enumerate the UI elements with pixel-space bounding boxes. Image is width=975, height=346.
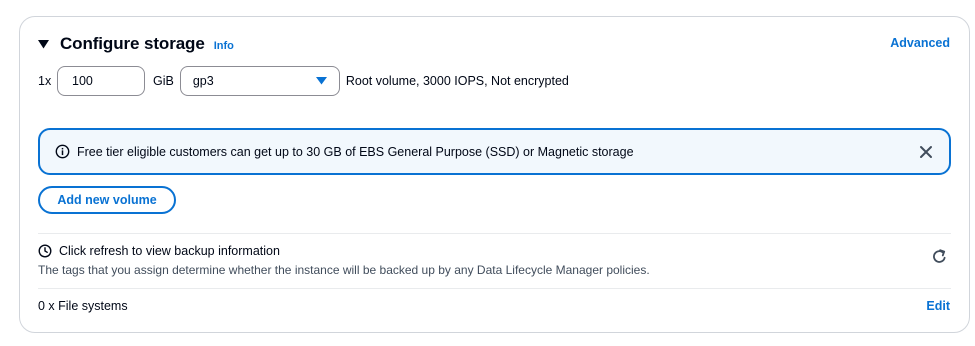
file-systems-edit-link[interactable]: Edit — [926, 299, 950, 313]
volume-multiplier: 1x — [38, 74, 52, 88]
select-arrow-icon — [315, 77, 327, 85]
caret-down-icon[interactable] — [38, 33, 54, 55]
configure-storage-panel: Configure storage Info Advanced 1x 100 G… — [19, 16, 970, 333]
advanced-link[interactable]: Advanced — [890, 36, 950, 50]
file-systems-label: 0 x File systems — [38, 299, 128, 313]
volume-row: 1x 100 GiB gp3 Root volume, 3000 IOPS, N… — [38, 66, 569, 96]
volume-unit-label: GiB — [153, 74, 174, 88]
close-icon[interactable] — [917, 143, 935, 161]
divider — [38, 288, 951, 289]
info-link[interactable]: Info — [214, 40, 234, 52]
backup-info-line: Click refresh to view backup information — [38, 244, 280, 258]
section-header: Configure storage Info — [38, 33, 234, 55]
free-tier-alert: Free tier eligible customers can get up … — [38, 128, 951, 175]
volume-description: Root volume, 3000 IOPS, Not encrypted — [345, 74, 569, 88]
backup-description: The tags that you assign determine wheth… — [38, 263, 650, 277]
divider — [38, 233, 951, 234]
add-new-volume-button[interactable]: Add new volume — [38, 186, 176, 214]
backup-title: Click refresh to view backup information — [59, 244, 280, 258]
volume-type-select[interactable]: gp3 — [179, 66, 340, 96]
alert-message: Free tier eligible customers can get up … — [77, 144, 634, 159]
refresh-icon[interactable] — [931, 248, 948, 265]
volume-size-input[interactable]: 100 — [57, 66, 145, 96]
volume-type-value: gp3 — [192, 74, 214, 88]
volume-size-value: 100 — [72, 74, 93, 88]
info-circle-icon — [55, 144, 70, 159]
section-title[interactable]: Configure storage — [60, 34, 205, 54]
clock-icon — [38, 244, 52, 258]
